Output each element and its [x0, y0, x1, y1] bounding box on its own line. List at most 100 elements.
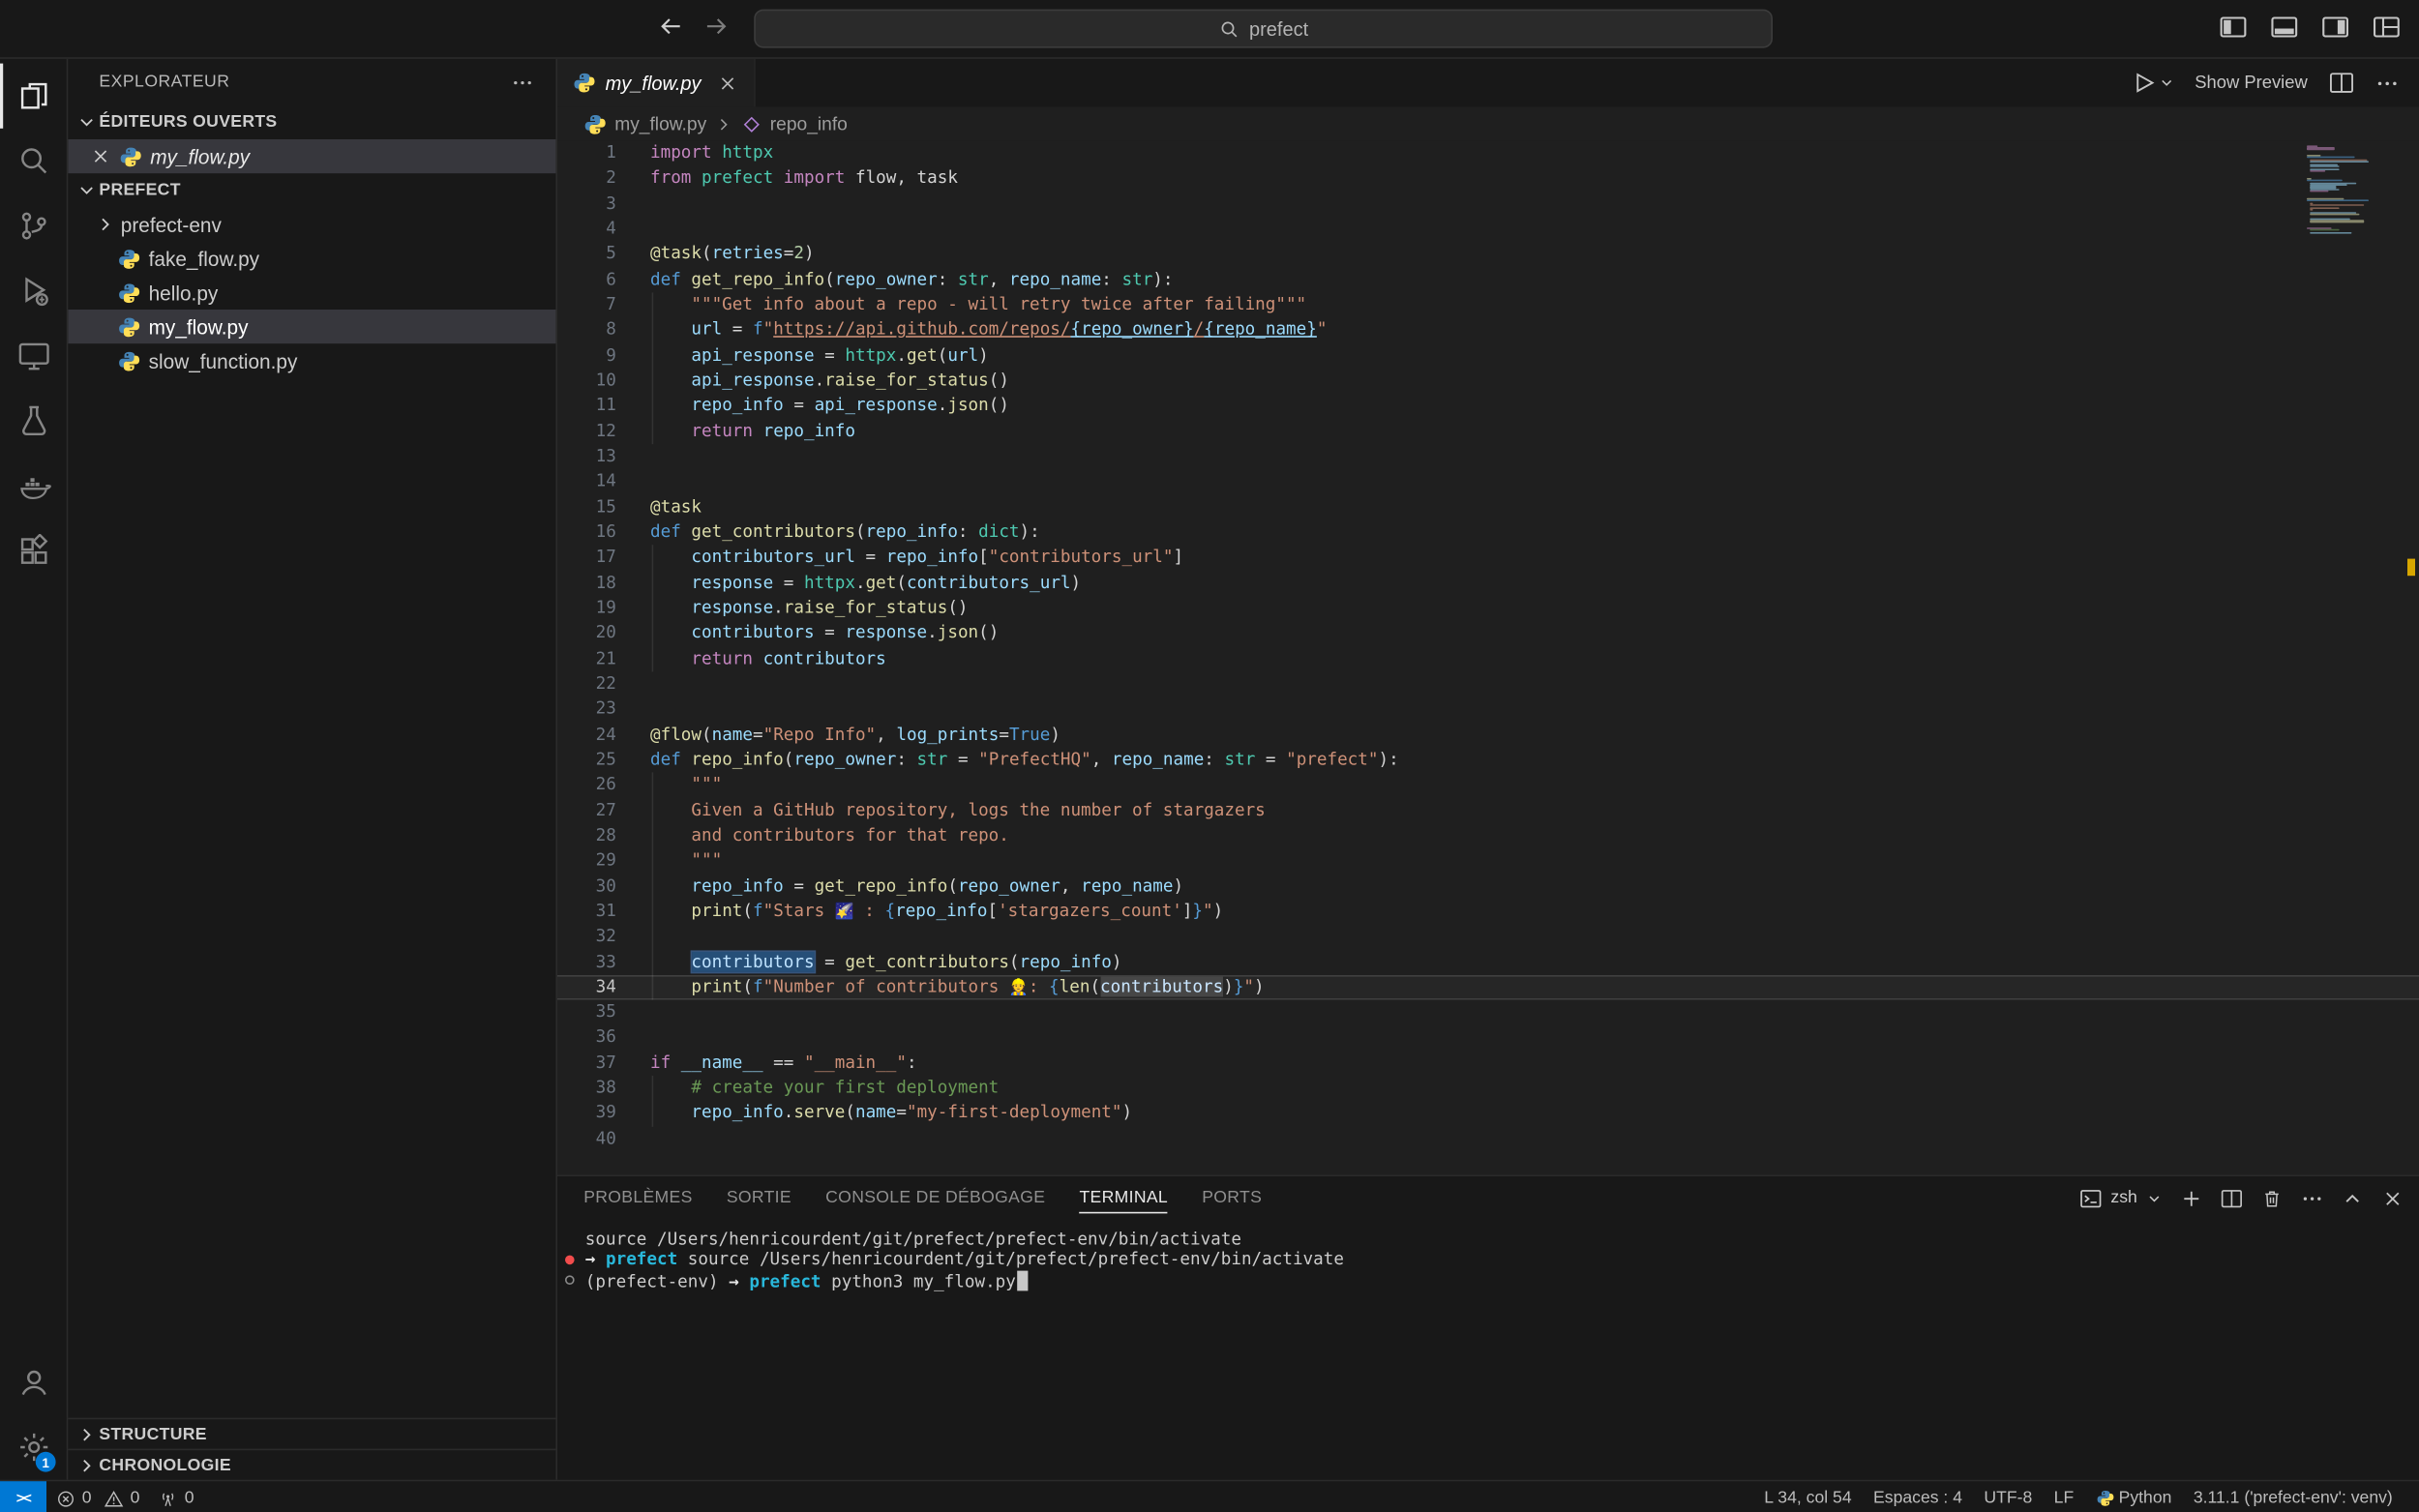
close-panel-icon[interactable]: [2380, 1186, 2404, 1209]
problems-indicator[interactable]: 0 0: [46, 1481, 149, 1512]
terminal-content[interactable]: source /Users/henricourdent/git/prefect/…: [557, 1220, 2419, 1480]
code-line-26[interactable]: 26 """: [557, 773, 2419, 798]
outline-section[interactable]: STRUCTURE: [68, 1418, 555, 1449]
panel-more-actions-icon[interactable]: [2300, 1186, 2323, 1209]
toggle-panel-icon[interactable]: [2269, 13, 2298, 42]
file-item-slow_function.py[interactable]: slow_function.py: [68, 343, 555, 377]
code-line-20[interactable]: 20 contributors = response.json(): [557, 621, 2419, 646]
code-line-23[interactable]: 23: [557, 697, 2419, 722]
editor-more-actions-icon[interactable]: [2374, 71, 2400, 96]
maximize-panel-icon[interactable]: [2340, 1186, 2363, 1209]
code-line-40[interactable]: 40: [557, 1126, 2419, 1151]
code-line-36[interactable]: 36: [557, 1025, 2419, 1051]
code-line-13[interactable]: 13: [557, 444, 2419, 469]
explorer-icon[interactable]: [0, 64, 67, 129]
terminal-profile-select[interactable]: zsh: [2079, 1186, 2162, 1209]
eol-setting[interactable]: LF: [2043, 1481, 2084, 1512]
ports-indicator[interactable]: 0: [149, 1481, 203, 1512]
code-line-25[interactable]: 25def repo_info(repo_owner: str = "Prefe…: [557, 748, 2419, 773]
project-section-header[interactable]: PREFECT: [68, 173, 555, 207]
python-interpreter[interactable]: 3.11.1 ('prefect-env': venv): [2183, 1481, 2404, 1512]
close-editor-icon[interactable]: [90, 145, 111, 166]
code-line-28[interactable]: 28 and contributors for that repo.: [557, 823, 2419, 848]
encoding-setting[interactable]: UTF-8: [1973, 1481, 2043, 1512]
code-line-10[interactable]: 10 api_response.raise_for_status(): [557, 369, 2419, 394]
panel-tab-terminal[interactable]: TERMINAL: [1079, 1176, 1168, 1220]
file-item-fake_flow.py[interactable]: fake_flow.py: [68, 242, 555, 276]
new-terminal-icon[interactable]: [2179, 1186, 2202, 1209]
explorer-more-actions-icon[interactable]: [511, 71, 534, 94]
code-line-19[interactable]: 19 response.raise_for_status(): [557, 596, 2419, 621]
code-line-6[interactable]: 6def get_repo_info(repo_owner: str, repo…: [557, 267, 2419, 292]
kill-terminal-icon[interactable]: [2259, 1186, 2283, 1209]
panel-tab-console-de-d-bogage[interactable]: CONSOLE DE DÉBOGAGE: [825, 1176, 1045, 1220]
code-line-11[interactable]: 11 repo_info = api_response.json(): [557, 394, 2419, 419]
remote-explorer-icon[interactable]: [0, 323, 67, 388]
timeline-section[interactable]: CHRONOLOGIE: [68, 1449, 555, 1480]
code-line-14[interactable]: 14: [557, 469, 2419, 494]
language-mode[interactable]: Python: [2084, 1481, 2182, 1512]
minimap[interactable]: [2306, 145, 2377, 236]
code-line-18[interactable]: 18 response = httpx.get(contributors_url…: [557, 571, 2419, 596]
panel-tab-ports[interactable]: PORTS: [1202, 1176, 1262, 1220]
code-line-35[interactable]: 35: [557, 1000, 2419, 1025]
command-decoration-icon[interactable]: [565, 1276, 575, 1286]
code-line-39[interactable]: 39 repo_info.serve(name="my-first-deploy…: [557, 1101, 2419, 1126]
open-editors-section[interactable]: ÉDITEURS OUVERTS: [68, 105, 555, 139]
panel-tab-sortie[interactable]: SORTIE: [727, 1176, 791, 1220]
file-item-prefect-env[interactable]: prefect-env: [68, 207, 555, 241]
command-decoration-icon[interactable]: [565, 1256, 575, 1265]
code-line-9[interactable]: 9 api_response = httpx.get(url): [557, 343, 2419, 369]
code-line-37[interactable]: 37if __name__ == "__main__":: [557, 1051, 2419, 1076]
code-line-34[interactable]: 34 print(f"Number of contributors 👷: {le…: [557, 975, 2419, 1000]
command-center-search[interactable]: prefect: [754, 10, 1773, 48]
code-line-27[interactable]: 27 Given a GitHub repository, logs the n…: [557, 798, 2419, 823]
code-line-1[interactable]: 1import httpx: [557, 141, 2419, 166]
remote-indicator[interactable]: ><: [0, 1481, 46, 1512]
code-line-32[interactable]: 32: [557, 924, 2419, 949]
code-line-16[interactable]: 16def get_contributors(repo_info: dict):: [557, 519, 2419, 545]
source-control-icon[interactable]: [0, 193, 67, 258]
code-area[interactable]: 1import httpx2from prefect import flow, …: [557, 141, 2419, 1175]
forward-button[interactable]: [702, 13, 731, 41]
run-debug-icon[interactable]: [0, 258, 67, 323]
code-line-24[interactable]: 24@flow(name="Repo Info", log_prints=Tru…: [557, 722, 2419, 747]
code-line-17[interactable]: 17 contributors_url = repo_info["contrib…: [557, 546, 2419, 571]
code-line-5[interactable]: 5@task(retries=2): [557, 242, 2419, 267]
show-preview-button[interactable]: Show Preview: [2195, 74, 2308, 92]
settings-gear-icon[interactable]: 1: [0, 1414, 67, 1479]
code-line-30[interactable]: 30 repo_info = get_repo_info(repo_owner,…: [557, 874, 2419, 899]
accounts-icon[interactable]: [0, 1349, 67, 1414]
code-line-2[interactable]: 2from prefect import flow, task: [557, 166, 2419, 192]
toggle-secondary-sidebar-icon[interactable]: [2320, 13, 2349, 42]
split-editor-icon[interactable]: [2328, 70, 2354, 96]
breadcrumb-file[interactable]: my_flow.py: [614, 113, 706, 134]
docker-icon[interactable]: [0, 454, 67, 519]
testing-beaker-icon[interactable]: [0, 389, 67, 454]
code-line-21[interactable]: 21 return contributors: [557, 646, 2419, 671]
open-editor-item[interactable]: my_flow.py: [68, 139, 555, 173]
code-line-29[interactable]: 29 """: [557, 848, 2419, 874]
run-python-file-button[interactable]: [2130, 70, 2174, 96]
tab-my-flow[interactable]: my_flow.py: [557, 59, 756, 107]
code-line-33[interactable]: 33 contributors = get_contributors(repo_…: [557, 950, 2419, 975]
cursor-position[interactable]: L 34, col 54: [1753, 1481, 1863, 1512]
file-item-hello.py[interactable]: hello.py: [68, 276, 555, 310]
code-line-15[interactable]: 15@task: [557, 494, 2419, 519]
tab-close-icon[interactable]: [717, 72, 738, 93]
breadcrumb-symbol[interactable]: repo_info: [770, 113, 848, 134]
toggle-primary-sidebar-icon[interactable]: [2218, 13, 2247, 42]
split-terminal-icon[interactable]: [2220, 1186, 2243, 1209]
code-line-3[interactable]: 3: [557, 192, 2419, 217]
code-line-22[interactable]: 22: [557, 671, 2419, 697]
code-line-12[interactable]: 12 return repo_info: [557, 419, 2419, 444]
code-line-31[interactable]: 31 print(f"Stars 🌠 : {repo_info['stargaz…: [557, 899, 2419, 924]
code-line-38[interactable]: 38 # create your first deployment: [557, 1076, 2419, 1101]
code-line-7[interactable]: 7 """Get info about a repo - will retry …: [557, 292, 2419, 317]
extensions-icon[interactable]: [0, 519, 67, 583]
code-line-4[interactable]: 4: [557, 217, 2419, 242]
file-item-my_flow.py[interactable]: my_flow.py: [68, 310, 555, 343]
customize-layout-icon[interactable]: [2371, 13, 2400, 42]
back-button[interactable]: [656, 13, 684, 41]
indentation-setting[interactable]: Espaces : 4: [1863, 1481, 1973, 1512]
